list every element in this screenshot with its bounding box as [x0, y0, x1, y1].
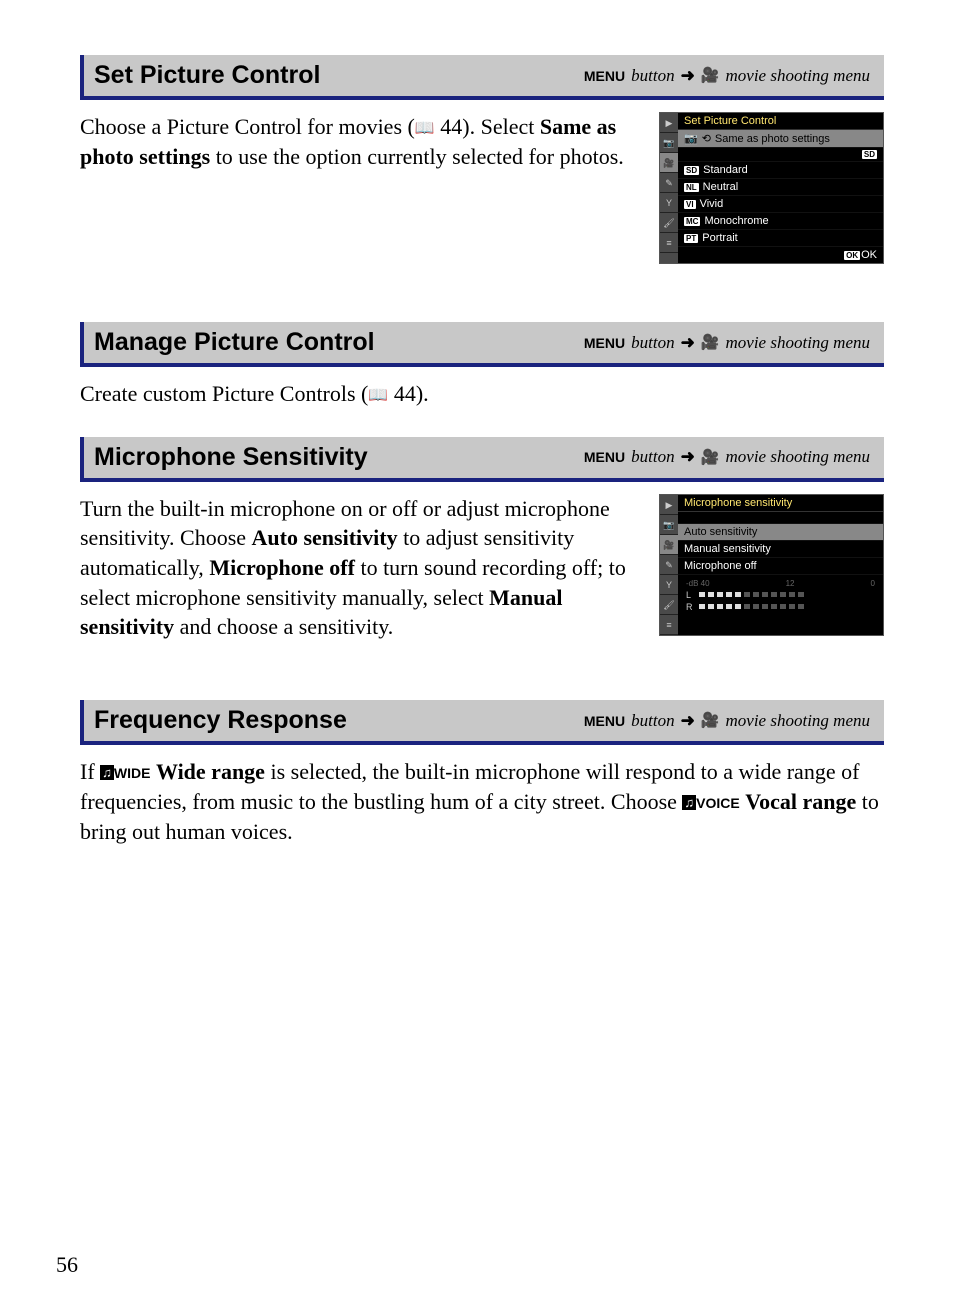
movie-camera-icon: 🎥 [701, 333, 720, 352]
camera-screenshot-picture-control: ▶ 📷 🎥 ✎ Y 🖌 ≡ Set Picture Control 📷⟲ Sam… [659, 112, 884, 264]
book-icon: 📖 [415, 118, 435, 140]
screenshot-item-standard: SDStandard [678, 162, 883, 179]
sd-badge: SD [862, 150, 877, 159]
screenshot-main: Microphone sensitivity Auto sensitivity … [678, 495, 883, 635]
section-header-microphone-sensitivity: Microphone Sensitivity MENU button ➜ 🎥 m… [80, 437, 884, 482]
section-header-set-picture-control: Set Picture Control MENU button ➜ 🎥 movi… [80, 55, 884, 100]
page-number: 56 [56, 1252, 78, 1278]
body-text: If ♫WIDE Wide range is selected, the bui… [80, 757, 884, 846]
menu-button-word: button [631, 66, 674, 86]
menu-name: movie shooting menu [726, 66, 870, 86]
movie-camera-icon: 🎥 [701, 711, 720, 730]
screenshot-main: Set Picture Control 📷⟲ Same as photo set… [678, 113, 883, 263]
manage-body: Create custom Picture Controls (📖 44). [80, 379, 884, 409]
menu-label: MENU [584, 68, 625, 84]
section-title: Microphone Sensitivity [94, 443, 368, 472]
screenshot-item-off: Microphone off [678, 558, 883, 575]
screenshot-item-vivid: VIVivid [678, 196, 883, 213]
section-title: Set Picture Control [94, 61, 320, 90]
screenshot-item-manual: Manual sensitivity [678, 541, 883, 558]
body-text: Create custom Picture Controls (📖 44). [80, 379, 884, 409]
screenshot-level-meter: -dB 40120 L R [678, 575, 883, 616]
sync-icon: ⟲ [702, 132, 711, 145]
arrow-right-icon: ➜ [681, 66, 695, 86]
frequency-body: If ♫WIDE Wide range is selected, the bui… [80, 757, 884, 846]
movie-camera-icon: 🎥 [701, 448, 720, 467]
screenshot-item-portrait: PTPortrait [678, 230, 883, 247]
screenshot-footer: OKOK [678, 247, 883, 263]
screenshot-item-same: 📷⟲ Same as photo settings [678, 130, 883, 148]
menu-path: MENU button ➜ 🎥 movie shooting menu [584, 333, 870, 353]
section-title: Manage Picture Control [94, 328, 375, 357]
screenshot-sidebar: ▶ 📷 🎥 ✎ Y 🖌 ≡ [660, 495, 678, 635]
arrow-right-icon: ➜ [681, 711, 695, 731]
microphone-body: Turn the built-in microphone on or off o… [80, 494, 884, 642]
camera-icon: 📷 [684, 132, 698, 145]
movie-camera-icon: 🎥 [701, 66, 720, 85]
section-header-frequency-response: Frequency Response MENU button ➜ 🎥 movie… [80, 700, 884, 745]
menu-path: MENU button ➜ 🎥 movie shooting menu [584, 711, 870, 731]
camera-screenshot-microphone: ▶ 📷 🎥 ✎ Y 🖌 ≡ Microphone sensitivity Aut… [659, 494, 884, 636]
vocal-range-icon: ♫ [682, 795, 696, 810]
section-title: Frequency Response [94, 706, 347, 735]
wide-range-icon: ♫ [100, 765, 114, 780]
arrow-right-icon: ➜ [681, 333, 695, 353]
menu-path: MENU button ➜ 🎥 movie shooting menu [584, 66, 870, 86]
screenshot-sidebar: ▶ 📷 🎥 ✎ Y 🖌 ≡ [660, 113, 678, 263]
set-picture-control-body: Choose a Picture Control for movies (📖 4… [80, 112, 884, 264]
screenshot-title: Microphone sensitivity [678, 495, 883, 512]
book-icon: 📖 [368, 385, 388, 407]
menu-path: MENU button ➜ 🎥 movie shooting menu [584, 447, 870, 467]
screenshot-title: Set Picture Control [678, 113, 883, 130]
arrow-right-icon: ➜ [681, 447, 695, 467]
body-text: Choose a Picture Control for movies (📖 4… [80, 112, 639, 171]
screenshot-item-monochrome: MCMonochrome [678, 213, 883, 230]
screenshot-item-auto: Auto sensitivity [678, 524, 883, 541]
screenshot-item-neutral: NLNeutral [678, 179, 883, 196]
section-header-manage-picture-control: Manage Picture Control MENU button ➜ 🎥 m… [80, 322, 884, 367]
body-text: Turn the built-in microphone on or off o… [80, 494, 639, 642]
